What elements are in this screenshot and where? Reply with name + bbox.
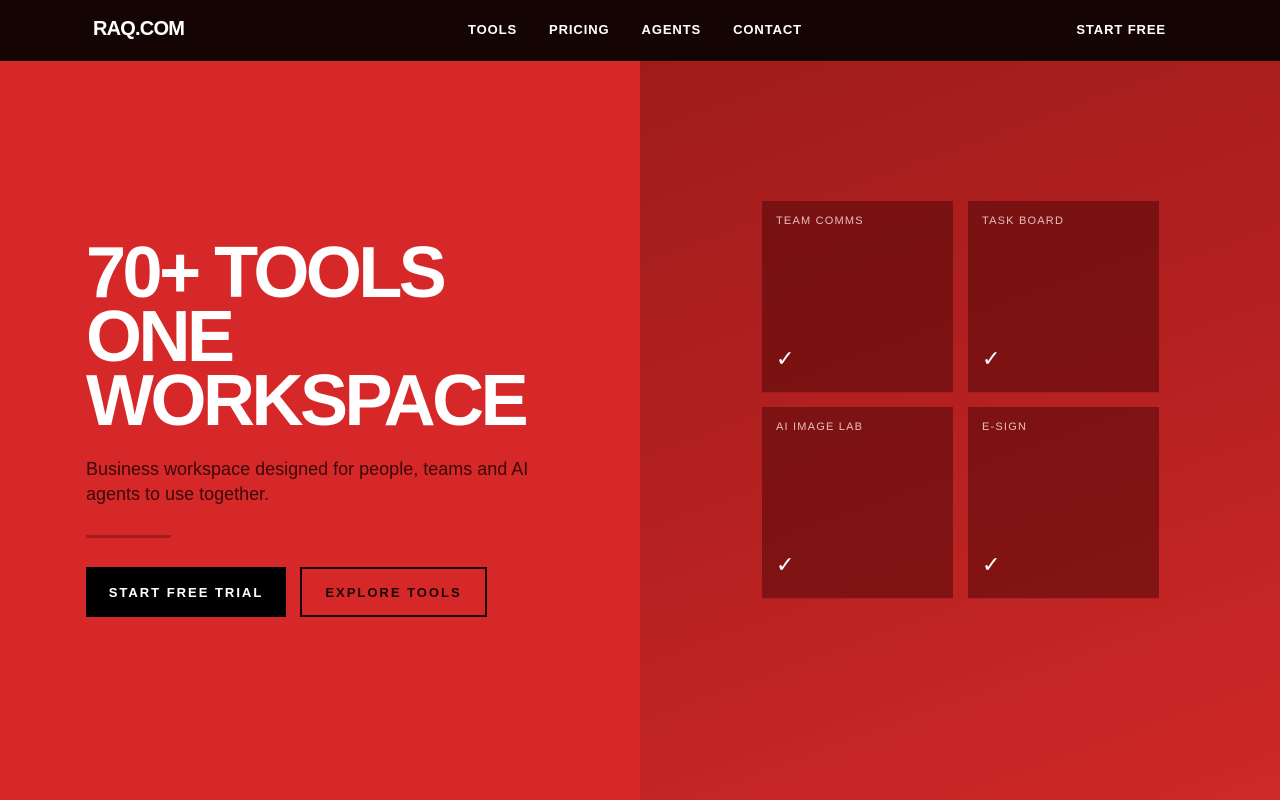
check-icon: ✓ [776,553,795,578]
check-icon: ✓ [982,553,1001,578]
start-free-trial-button[interactable]: START FREE TRIAL [86,567,286,617]
page: RAQ.COM TOOLS PRICING AGENTS CONTACT STA… [0,0,1280,800]
explore-tools-button[interactable]: EXPLORE TOOLS [300,567,487,617]
headline-line-1: 70+ TOOLS [86,233,447,313]
check-icon: ✓ [982,347,1001,372]
nav-links: TOOLS PRICING AGENTS CONTACT [468,22,834,37]
hero-left: 70+ TOOLS ONE WORKSPACE Business workspa… [0,61,640,800]
check-icon: ✓ [776,347,795,372]
hero-divider [86,535,171,538]
logo[interactable]: RAQ.COM [93,18,185,41]
headline-line-3: WORKSPACE [86,361,529,441]
start-free-link[interactable]: START FREE [1076,22,1166,37]
tile-team-comms[interactable]: TEAM COMMS ✓ [762,201,953,392]
nav-link-agents[interactable]: AGENTS [642,22,702,37]
nav-link-pricing[interactable]: PRICING [549,22,609,37]
top-nav: RAQ.COM TOOLS PRICING AGENTS CONTACT STA… [0,0,1280,61]
tile-label: AI IMAGE LAB [776,421,864,433]
tile-ai-image-lab[interactable]: AI IMAGE LAB ✓ [762,407,953,598]
tile-e-sign[interactable]: E-SIGN ✓ [968,407,1159,598]
hero-right: TEAM COMMS ✓ TASK BOARD ✓ AI IMAGE LAB ✓… [640,61,1280,800]
nav-link-tools[interactable]: TOOLS [468,22,517,37]
headline-line-2: ONE [86,297,235,377]
hero-subtitle: Business workspace designed for people, … [86,459,529,504]
tile-label: E-SIGN [982,421,1028,433]
nav-link-contact[interactable]: CONTACT [733,22,802,37]
tile-label: TASK BOARD [982,215,1065,227]
tile-label: TEAM COMMS [776,215,864,227]
tile-task-board[interactable]: TASK BOARD ✓ [968,201,1159,392]
hero-headline: 70+ TOOLS ONE WORKSPACE [86,233,626,441]
